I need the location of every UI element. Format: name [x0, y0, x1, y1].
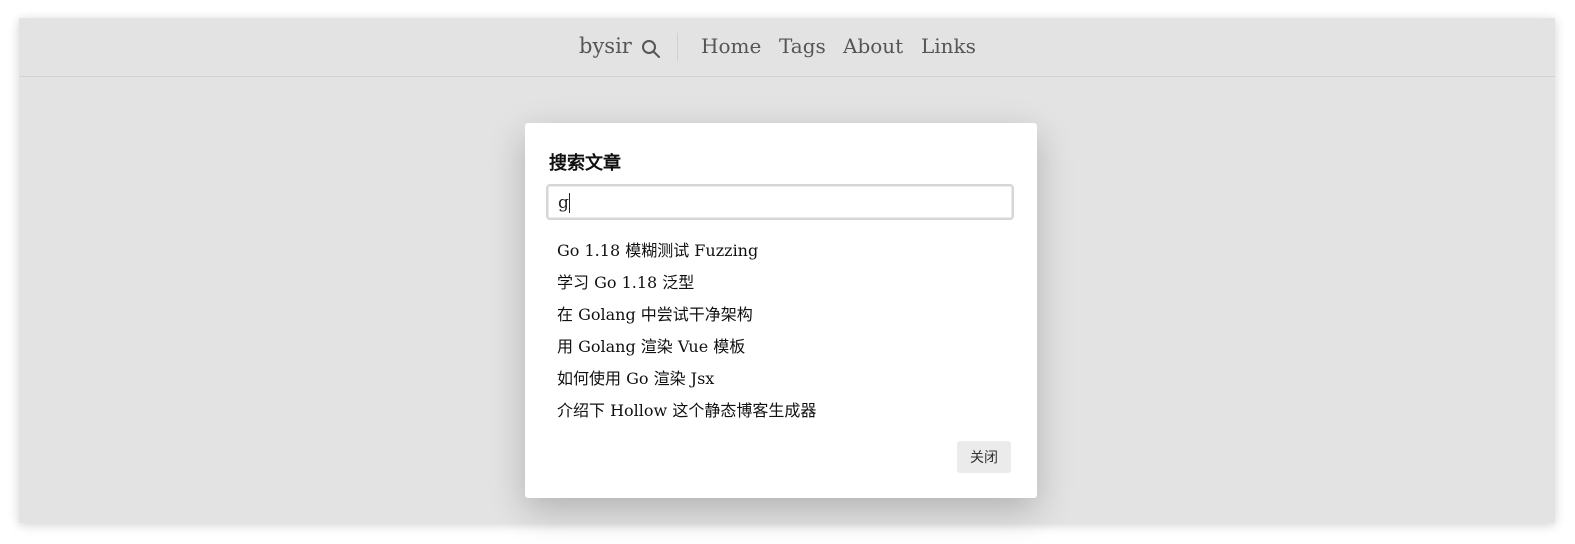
search-input[interactable] [558, 192, 998, 214]
search-result-item[interactable]: 用 Golang 渲染 Vue 模板 [557, 334, 816, 366]
search-result-item[interactable]: 如何使用 Go 渲染 Jsx [557, 366, 816, 398]
search-icon[interactable] [641, 39, 661, 59]
site-brand[interactable]: bysir [579, 34, 632, 58]
search-result-item[interactable]: 介绍下 Hollow 这个静态博客生成器 [557, 398, 816, 430]
nav-link-links[interactable]: Links [921, 34, 976, 58]
nav-divider [677, 33, 678, 61]
search-result-item[interactable]: 学习 Go 1.18 泛型 [557, 270, 816, 302]
close-button[interactable]: 关闭 [957, 441, 1011, 473]
text-caret [569, 193, 570, 213]
nav-link-tags[interactable]: Tags [779, 34, 826, 58]
search-result-item[interactable]: Go 1.18 模糊测试 Fuzzing [557, 238, 816, 270]
search-results: Go 1.18 模糊测试 Fuzzing 学习 Go 1.18 泛型 在 Gol… [557, 238, 816, 430]
search-result-item[interactable]: 在 Golang 中尝试干净架构 [557, 302, 816, 334]
navbar: bysir Home Tags About Links [19, 18, 1555, 77]
search-dialog: 搜索文章 Go 1.18 模糊测试 Fuzzing 学习 Go 1.18 泛型 … [525, 123, 1037, 498]
nav-link-about[interactable]: About [843, 34, 903, 58]
nav-link-home[interactable]: Home [701, 34, 761, 58]
dialog-title: 搜索文章 [549, 153, 621, 174]
search-field[interactable] [546, 184, 1014, 220]
